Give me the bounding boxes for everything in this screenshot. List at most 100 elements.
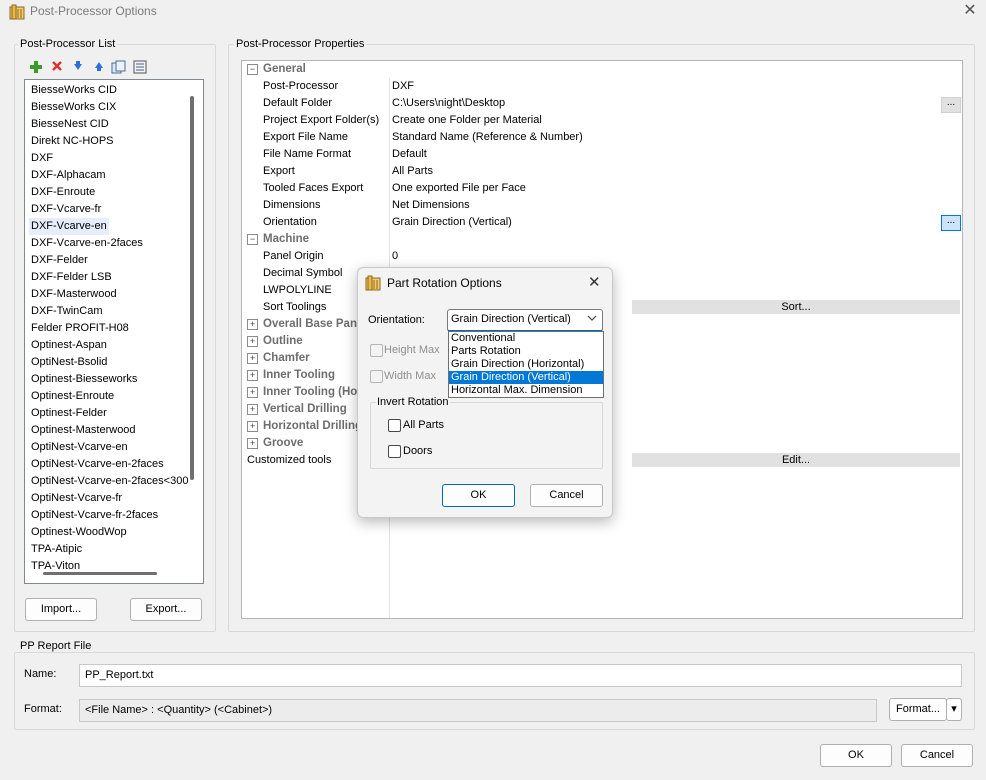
doors-checkbox[interactable] <box>388 445 401 458</box>
property-value[interactable]: One exported File per Face <box>392 180 526 197</box>
pp-listbox[interactable]: BiesseWorks CID BiesseWorks CIX BiesseNe… <box>24 79 204 584</box>
list-item[interactable]: OptiNest-Bsolid <box>31 354 107 371</box>
list-item[interactable]: OptiNest-Vcarve-en-2faces <box>31 456 164 473</box>
dropdown-option-selected[interactable]: Grain Direction (Vertical) <box>449 371 603 384</box>
dialog-cancel-button[interactable]: Cancel <box>530 484 603 507</box>
property-row[interactable]: Dimensions Net Dimensions <box>242 197 962 214</box>
list-item[interactable]: BiesseNest CID <box>31 116 109 133</box>
list-item[interactable]: DXF-Vcarve-en-2faces <box>31 235 143 252</box>
list-item[interactable]: Optinest-Aspan <box>31 337 107 354</box>
add-icon[interactable] <box>28 60 44 76</box>
property-value[interactable]: C:\Users\night\Desktop <box>392 95 505 112</box>
chevron-down-icon <box>587 313 599 325</box>
list-item[interactable]: BiesseWorks CID <box>31 82 117 99</box>
dropdown-option[interactable]: Parts Rotation <box>449 345 603 358</box>
list-item[interactable]: DXF-Felder <box>31 252 88 269</box>
list-item-selected[interactable]: DXF-Vcarve-en <box>29 218 109 235</box>
property-value[interactable]: All Parts <box>392 163 433 180</box>
expand-icon[interactable]: + <box>247 336 258 347</box>
list-item[interactable]: OptiNest-Vcarve-fr-2faces <box>31 507 158 524</box>
list-horizontal-scrollbar[interactable] <box>43 572 157 575</box>
property-row[interactable]: Orientation Grain Direction (Vertical) .… <box>242 214 962 231</box>
list-item[interactable]: DXF-Vcarve-fr <box>31 201 101 218</box>
move-up-icon[interactable] <box>91 60 107 76</box>
orientation-options-button[interactable]: ... <box>941 215 961 231</box>
list-item[interactable]: OptiNest-Vcarve-en <box>31 439 128 456</box>
list-item[interactable]: DXF-Masterwood <box>31 286 117 303</box>
list-item[interactable]: OptiNest-Vcarve-fr <box>31 490 122 507</box>
property-row[interactable]: Post-Processor DXF <box>242 78 962 95</box>
edit-button[interactable]: Edit... <box>632 453 960 467</box>
report-group-label: PP Report File <box>18 640 94 652</box>
sort-button[interactable]: Sort... <box>632 300 960 314</box>
collapse-icon[interactable]: − <box>247 234 258 245</box>
expand-icon[interactable]: + <box>247 353 258 364</box>
list-item[interactable]: OptiNest-Vcarve-en-2faces<300 <box>31 473 188 490</box>
category-general[interactable]: − General <box>242 61 962 78</box>
property-row[interactable]: Export File Name Standard Name (Referenc… <box>242 129 962 146</box>
ok-button[interactable]: OK <box>820 744 892 767</box>
list-vertical-scrollbar[interactable] <box>190 96 194 480</box>
dialog-close-icon[interactable]: ✕ <box>588 273 601 291</box>
list-item[interactable]: DXF-Felder LSB <box>31 269 112 286</box>
list-item[interactable]: Felder PROFIT-H08 <box>31 320 129 337</box>
property-value[interactable]: Create one Folder per Material <box>392 112 542 129</box>
properties-icon[interactable] <box>132 60 148 76</box>
list-item[interactable]: DXF <box>31 150 53 167</box>
property-row[interactable]: File Name Format Default <box>242 146 962 163</box>
format-dropdown-icon[interactable]: ▾ <box>946 698 962 721</box>
expand-icon[interactable]: + <box>247 404 258 415</box>
expand-icon[interactable]: + <box>247 319 258 330</box>
list-item[interactable]: Optinest-Felder <box>31 405 107 422</box>
list-item[interactable]: Direkt NC-HOPS <box>31 133 114 150</box>
dropdown-option[interactable]: Grain Direction (Horizontal) <box>449 358 603 371</box>
format-button[interactable]: Format... <box>889 698 947 721</box>
property-row[interactable]: Export All Parts <box>242 163 962 180</box>
list-item[interactable]: TPA-Atipic <box>31 541 82 558</box>
export-button[interactable]: Export... <box>130 598 202 621</box>
property-value[interactable]: Grain Direction (Vertical) <box>392 214 512 231</box>
list-item[interactable]: Optinest-WoodWop <box>31 524 127 541</box>
import-button[interactable]: Import... <box>25 598 97 621</box>
expand-icon[interactable]: + <box>247 438 258 449</box>
property-name: Customized tools <box>247 454 332 466</box>
property-row[interactable]: Default Folder C:\Users\night\Desktop ..… <box>242 95 962 113</box>
collapse-icon[interactable]: − <box>247 64 258 75</box>
orientation-select[interactable]: Grain Direction (Vertical) <box>447 309 603 332</box>
category-machine[interactable]: − Machine <box>242 231 962 248</box>
list-item[interactable]: Optinest-Masterwood <box>31 422 136 439</box>
property-value[interactable]: DXF <box>392 78 414 95</box>
browse-folder-button[interactable]: ... <box>941 97 961 113</box>
copy-icon[interactable] <box>111 60 127 76</box>
property-value[interactable]: Standard Name (Reference & Number) <box>392 129 583 146</box>
list-item[interactable]: DXF-Alphacam <box>31 167 106 184</box>
height-max-checkbox[interactable] <box>370 344 383 357</box>
property-value[interactable]: Net Dimensions <box>392 197 470 214</box>
dialog-ok-button[interactable]: OK <box>442 484 515 507</box>
list-item[interactable]: Optinest-Biesseworks <box>31 371 137 388</box>
orientation-dropdown-list[interactable]: Conventional Parts Rotation Grain Direct… <box>448 331 604 398</box>
move-down-icon[interactable] <box>70 60 86 76</box>
expand-icon[interactable]: + <box>247 370 258 381</box>
category-label: Overall Base Panel <box>263 318 367 330</box>
dropdown-option[interactable]: Conventional <box>449 332 603 345</box>
property-row[interactable]: Panel Origin 0 <box>242 248 962 265</box>
expand-icon[interactable]: + <box>247 421 258 432</box>
property-row[interactable]: Tooled Faces Export One exported File pe… <box>242 180 962 197</box>
width-max-checkbox[interactable] <box>370 370 383 383</box>
cancel-button[interactable]: Cancel <box>901 744 973 767</box>
report-name-field[interactable]: PP_Report.txt <box>79 664 962 687</box>
delete-icon[interactable] <box>49 60 65 76</box>
dropdown-option[interactable]: Horizontal Max. Dimension <box>449 384 603 397</box>
property-name: Tooled Faces Export <box>263 182 364 194</box>
list-item[interactable]: DXF-TwinCam <box>31 303 103 320</box>
close-icon[interactable]: ✕ <box>960 2 980 22</box>
property-value[interactable]: 0 <box>392 248 398 265</box>
list-item[interactable]: BiesseWorks CIX <box>31 99 116 116</box>
all-parts-checkbox[interactable] <box>388 419 401 432</box>
expand-icon[interactable]: + <box>247 387 258 398</box>
list-item[interactable]: Optinest-Enroute <box>31 388 114 405</box>
property-row[interactable]: Project Export Folder(s) Create one Fold… <box>242 112 962 129</box>
list-item[interactable]: DXF-Enroute <box>31 184 95 201</box>
property-value[interactable]: Default <box>392 146 427 163</box>
